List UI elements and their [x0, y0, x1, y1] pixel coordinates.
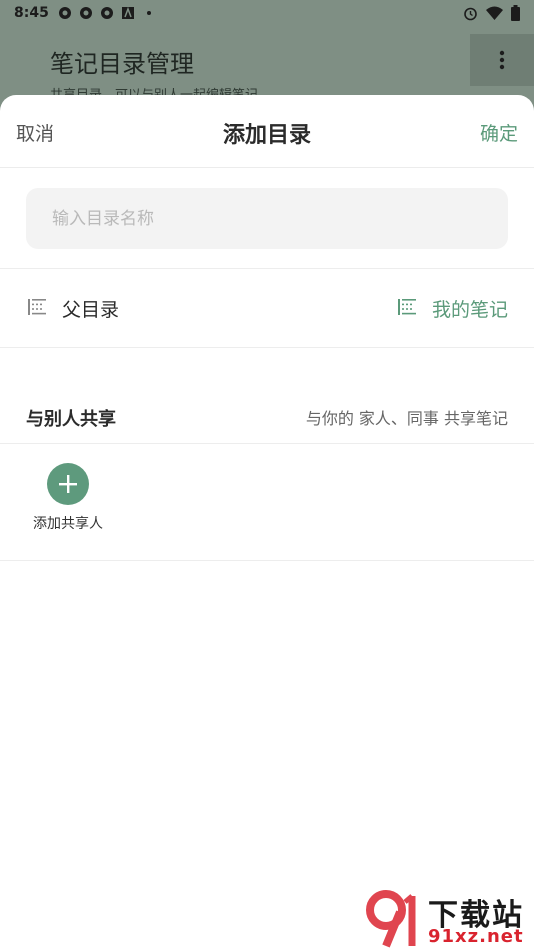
- parent-directory-row[interactable]: 父目录 我的笔记: [0, 269, 534, 347]
- battery-icon: [511, 5, 520, 21]
- font-icon: [122, 6, 134, 19]
- parent-directory-label: 父目录: [62, 299, 120, 321]
- notification-icon: [80, 7, 92, 19]
- add-directory-sheet: 取消 添加目录 确定 父目录 我的笔记 与别人共享 与你的 家人、同事 共享笔记: [0, 95, 534, 950]
- site-watermark: 下载站 91xz.net: [362, 886, 534, 950]
- share-section-description: 与你的 家人、同事 共享笔记: [305, 409, 508, 428]
- parent-directory-value[interactable]: 我的笔记: [432, 295, 508, 322]
- watermark-logo-icon: [366, 890, 416, 948]
- divider: [0, 347, 534, 348]
- list-icon: [28, 299, 46, 315]
- status-notifications: [58, 6, 156, 20]
- more-menu-button[interactable]: [470, 34, 534, 86]
- directory-name-input[interactable]: [26, 188, 492, 249]
- list-icon: [398, 299, 416, 315]
- add-sharer-button[interactable]: 添加共享人: [26, 463, 110, 533]
- status-time: 8:45: [14, 5, 49, 21]
- directory-name-field[interactable]: [26, 188, 508, 249]
- plus-icon: [59, 475, 77, 493]
- sheet-header: 取消 添加目录 确定: [0, 95, 534, 168]
- watermark-domain: 91xz.net: [428, 926, 524, 947]
- status-bar: 8:45: [0, 0, 534, 28]
- background-page-title: 笔记目录管理: [50, 50, 194, 78]
- notification-icon: [59, 7, 71, 19]
- wifi-icon: [486, 6, 503, 20]
- more-vertical-icon: [499, 50, 505, 70]
- alarm-icon: [464, 7, 477, 20]
- share-section-title: 与别人共享: [26, 409, 116, 430]
- dot-icon: [147, 11, 151, 15]
- confirm-button[interactable]: 确定: [480, 119, 518, 146]
- notification-icon: [101, 7, 113, 19]
- add-sharer-circle[interactable]: [47, 463, 89, 505]
- add-sharer-label: 添加共享人: [33, 516, 103, 532]
- divider: [0, 560, 534, 561]
- divider: [0, 443, 534, 444]
- status-system-icons: [463, 5, 520, 21]
- sheet-title: 添加目录: [222, 123, 311, 148]
